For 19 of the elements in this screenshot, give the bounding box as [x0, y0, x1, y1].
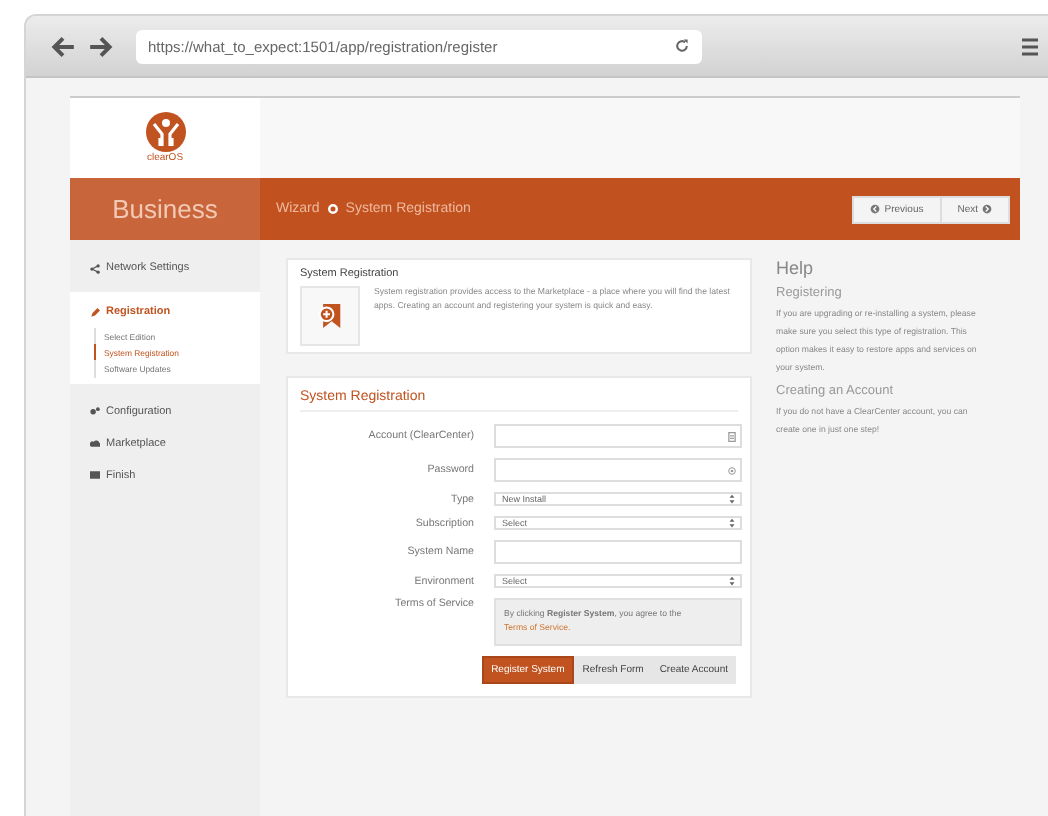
chevron-right-icon [982, 204, 992, 214]
input-field[interactable] [494, 458, 742, 482]
card-icon [728, 431, 736, 441]
help-title: Help [776, 258, 816, 278]
input-field[interactable] [494, 424, 742, 448]
back-icon[interactable] [50, 35, 76, 57]
bookmark-icon [300, 286, 360, 346]
updown-icon [728, 518, 736, 528]
chevron-left-icon [870, 204, 881, 214]
updown-icon [728, 494, 736, 504]
share-icon [90, 263, 100, 273]
pencil-icon [90, 307, 100, 317]
cloud-icon [90, 438, 100, 449]
updown-icon [728, 576, 736, 586]
input-field[interactable] [494, 540, 742, 564]
edition-title: Business [70, 178, 260, 240]
menu-icon[interactable] [1022, 37, 1038, 55]
forward-icon[interactable] [88, 35, 114, 57]
reload-icon[interactable] [674, 38, 690, 54]
